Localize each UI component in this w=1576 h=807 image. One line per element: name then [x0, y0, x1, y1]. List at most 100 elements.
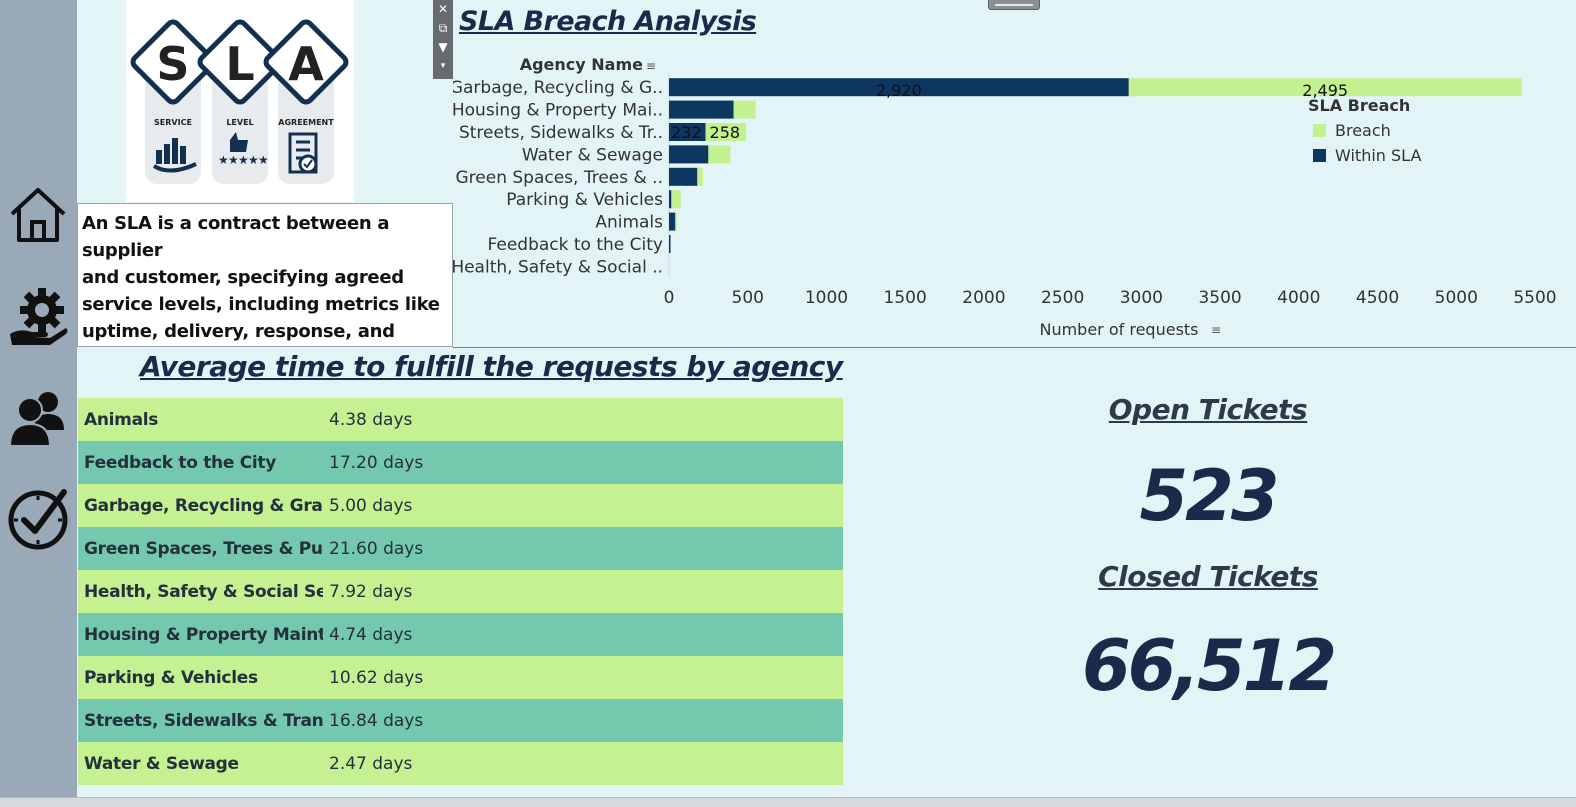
closed-tickets-value: 66,512 — [1081, 625, 1337, 707]
avg-days-cell: 17.20 days — [329, 452, 424, 473]
logo-letter: S — [156, 37, 189, 91]
legend-swatch-within-sla — [1313, 149, 1326, 162]
x-tick-label: 1500 — [884, 288, 927, 308]
logo-letter: A — [288, 37, 324, 91]
y-tick-label[interactable]: Animals — [595, 213, 663, 233]
sort-icon[interactable]: ≡ — [646, 59, 656, 73]
avg-time-table: Animals 4.38 days Feedback to the City 17.… — [78, 398, 843, 785]
x-tick-label: 4000 — [1277, 288, 1320, 308]
open-tickets-label: Open Tickets — [1108, 393, 1308, 426]
agency-cell: Garbage, Recycling & Graffi.. — [84, 495, 323, 516]
table-row[interactable]: Feedback to the City 17.20 days — [78, 441, 843, 484]
x-axis-label[interactable]: Number of requests — [1039, 320, 1198, 339]
filter-icon[interactable]: ▼ — [438, 38, 447, 57]
y-tick-label[interactable]: Parking & Vehicles — [506, 190, 663, 210]
logo-caption: AGREEMENT — [278, 118, 334, 127]
table-row[interactable]: Animals 4.38 days — [78, 398, 843, 441]
dropdown-icon[interactable]: ▾ — [441, 57, 446, 76]
bar-segment[interactable] — [669, 235, 671, 253]
home-icon — [10, 188, 66, 242]
y-tick-label[interactable]: Water & Sewage — [522, 145, 663, 165]
table-row[interactable]: Green Spaces, Trees & Publ.. 21.60 days — [78, 527, 843, 570]
bar-segment[interactable] — [697, 167, 703, 186]
chart-legend: SLA Breach Breach Within SLA — [1308, 96, 1421, 165]
x-tick-label: 5000 — [1435, 288, 1478, 308]
table-row[interactable]: Housing & Property Mainte.. 4.74 days — [78, 613, 843, 656]
users-button[interactable] — [4, 384, 72, 452]
avg-days-cell: 21.60 days — [329, 538, 424, 559]
avg-days-cell: 16.84 days — [329, 710, 424, 731]
agency-cell: Animals — [84, 409, 159, 430]
popout-icon[interactable]: ⧉ — [439, 19, 448, 38]
avg-time-title: Average time to fulfill the requests by … — [140, 350, 843, 383]
dashboard: S SERVICE L LEVEL A AGREEMENT ★ ★ ★ ★ ★ An SLA is … — [0, 0, 1576, 807]
agency-cell: Green Spaces, Trees & Publ.. — [84, 538, 323, 559]
y-tick-label[interactable]: Garbage, Recycling & G.. — [453, 78, 663, 98]
legend-item-within-sla[interactable]: Within SLA — [1313, 146, 1421, 165]
bar-segment[interactable] — [669, 100, 734, 119]
logo-letter: L — [225, 37, 254, 91]
x-tick-label: 5500 — [1513, 288, 1556, 308]
bar-segment[interactable] — [669, 145, 709, 164]
avg-days-cell: 4.38 days — [329, 409, 413, 430]
agency-cell: Streets, Sidewalks & Trans.. — [84, 710, 323, 731]
legend-swatch-breach — [1313, 124, 1326, 137]
avg-days-cell: 2.47 days — [329, 753, 413, 774]
x-tick-label: 0 — [664, 288, 675, 308]
close-icon[interactable]: ✕ — [438, 0, 448, 19]
avg-days-cell: 7.92 days — [329, 581, 413, 602]
gear-hand-icon — [10, 288, 68, 345]
sheet-tab-strip — [0, 797, 1576, 807]
legend-label-breach: Breach — [1335, 121, 1391, 140]
table-row[interactable]: Water & Sewage 2.47 days — [78, 742, 843, 785]
x-tick-label: 2000 — [962, 288, 1005, 308]
sla-logo: S SERVICE L LEVEL A AGREEMENT ★ ★ ★ ★ ★ — [126, 0, 354, 202]
home-button[interactable] — [4, 180, 72, 248]
legend-label-within-sla: Within SLA — [1335, 146, 1422, 165]
sort-icon[interactable]: ≡ — [1211, 323, 1221, 337]
check-clock-icon — [8, 489, 68, 550]
bar-segment[interactable] — [733, 100, 756, 119]
table-row[interactable]: Parking & Vehicles 10.62 days — [78, 656, 843, 699]
chart-canvas: Agency Name ≡Garbage, Recycling & G.. 2,92… — [453, 55, 1557, 339]
svg-text:★: ★ — [258, 153, 269, 167]
users-icon — [8, 392, 64, 447]
bar-segment[interactable] — [708, 145, 731, 164]
agency-cell: Health, Safety & Social Ser.. — [84, 581, 323, 602]
y-tick-label[interactable]: Green Spaces, Trees & .. — [455, 168, 663, 188]
data-label: 2,920 — [876, 81, 922, 100]
table-row[interactable]: Garbage, Recycling & Graffi.. 5.00 days — [78, 484, 843, 527]
bar-segment[interactable] — [669, 167, 698, 186]
avg-days-cell: 10.62 days — [329, 667, 424, 688]
bar-segment[interactable] — [671, 190, 681, 209]
agency-cell: Feedback to the City — [84, 452, 277, 473]
agency-cell: Water & Sewage — [84, 753, 239, 774]
table-row[interactable]: Health, Safety & Social Ser.. 7.92 days — [78, 570, 843, 613]
bar-segment[interactable] — [675, 212, 677, 231]
x-tick-label: 2500 — [1041, 288, 1084, 308]
y-tick-label[interactable]: Health, Safety & Social .. — [453, 257, 663, 277]
open-tickets-value: 523 — [1139, 455, 1279, 537]
bar-segment[interactable] — [669, 190, 672, 209]
table-row[interactable]: Streets, Sidewalks & Trans.. 16.84 days — [78, 699, 843, 742]
x-tick-label: 4500 — [1356, 288, 1399, 308]
sla-breach-chart: Agency Name ≡ Garbage, Recycling & G.. 2,92… — [453, 0, 1576, 348]
settings-button[interactable] — [4, 282, 72, 350]
bar-segment[interactable] — [669, 212, 676, 231]
sla-description-box: An SLA is a contract between a supplier … — [77, 203, 453, 347]
avg-days-cell: 5.00 days — [329, 495, 413, 516]
y-tick-label[interactable]: Streets, Sidewalks & Tr.. — [459, 123, 663, 143]
logo-caption: LEVEL — [226, 118, 253, 127]
check-button[interactable] — [4, 484, 72, 552]
x-tick-label: 500 — [732, 288, 764, 308]
x-tick-label: 3500 — [1198, 288, 1241, 308]
floating-toolbar: ✕ ⧉ ▼ ▾ — [433, 0, 453, 79]
x-tick-label: 1000 — [805, 288, 848, 308]
side-nav — [0, 0, 77, 800]
data-label: 258 — [710, 123, 741, 142]
y-tick-label[interactable]: Feedback to the City — [488, 235, 663, 255]
avg-days-cell: 4.74 days — [329, 624, 413, 645]
legend-item-breach[interactable]: Breach — [1313, 121, 1421, 140]
y-axis-header[interactable]: Agency Name — [520, 55, 643, 74]
y-tick-label[interactable]: Housing & Property Mai.. — [453, 101, 663, 121]
